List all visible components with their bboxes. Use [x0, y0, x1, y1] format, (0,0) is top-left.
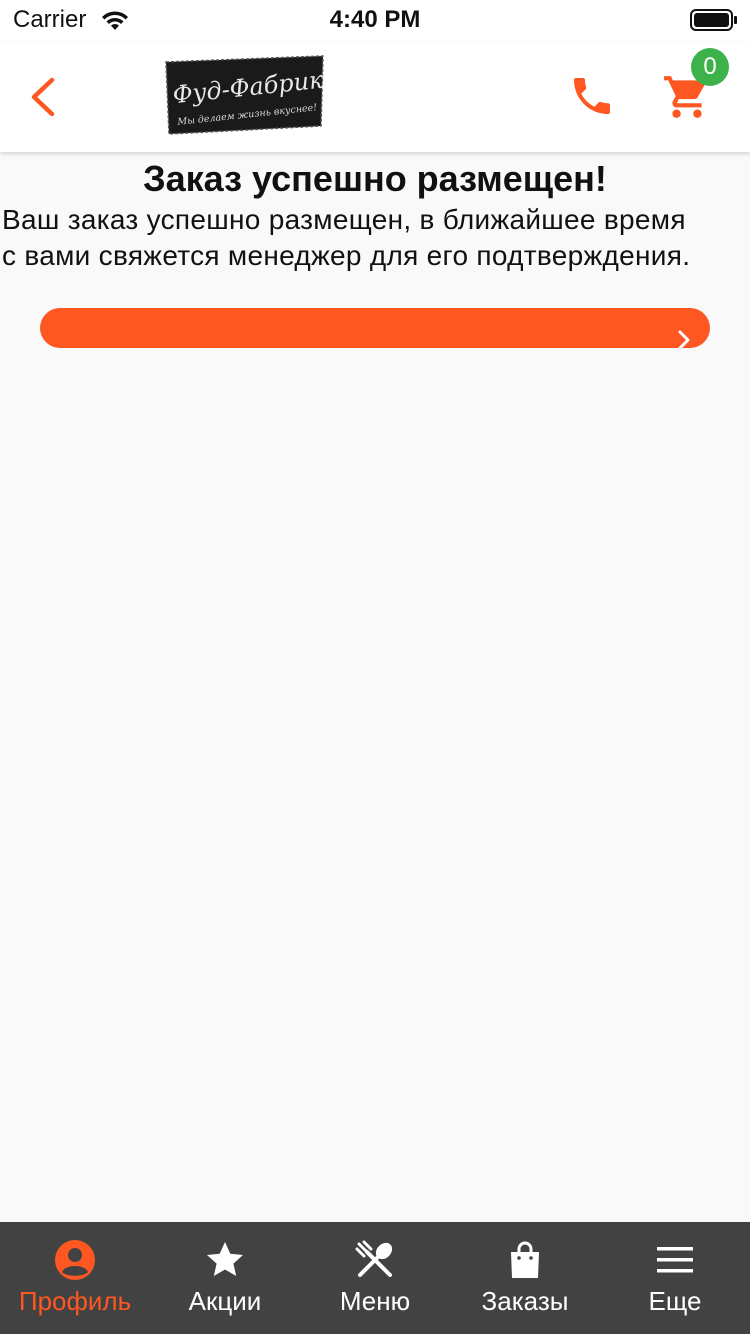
tab-label: Заказы: [481, 1286, 569, 1316]
tab-promotions[interactable]: Акции: [150, 1222, 300, 1334]
status-time: 4:40 PM: [329, 6, 421, 33]
battery-icon: [690, 9, 737, 31]
tab-label: Меню: [339, 1286, 411, 1316]
star-icon: [207, 1242, 243, 1276]
utensils-icon: [355, 1240, 393, 1277]
tab-profile[interactable]: Профиль: [0, 1222, 150, 1334]
cart-count-badge: 0: [691, 48, 729, 86]
success-message: Ваш заказ успешно размещен, в ближайшее …: [2, 204, 691, 271]
tab-orders[interactable]: Заказы: [450, 1222, 600, 1334]
tab-bar: Профиль Акции Меню Заказы Еще: [0, 1222, 750, 1334]
chevron-right-icon: [678, 330, 690, 350]
tab-label: Акции: [188, 1286, 262, 1316]
logo: Фуд-Фабрик Мы делаем жизнь вкуснее!: [165, 55, 325, 135]
tab-menu[interactable]: Меню: [300, 1222, 450, 1334]
phone-button[interactable]: [568, 72, 616, 120]
shopping-bag-icon: [511, 1241, 539, 1278]
tab-label: Профиль: [18, 1286, 132, 1316]
continue-button[interactable]: [40, 308, 710, 350]
back-button[interactable]: [24, 72, 68, 122]
menu-icon: [657, 1247, 693, 1273]
page-title: Заказ успешно размещен!: [143, 158, 607, 199]
tab-label: Еще: [648, 1286, 702, 1316]
profile-icon: [55, 1240, 95, 1280]
status-bar: Carrier 4:40 PM: [0, 0, 750, 42]
tab-more[interactable]: Еще: [600, 1222, 750, 1334]
nav-bar: Фуд-Фабрик Мы делаем жизнь вкуснее! 0: [0, 42, 750, 152]
